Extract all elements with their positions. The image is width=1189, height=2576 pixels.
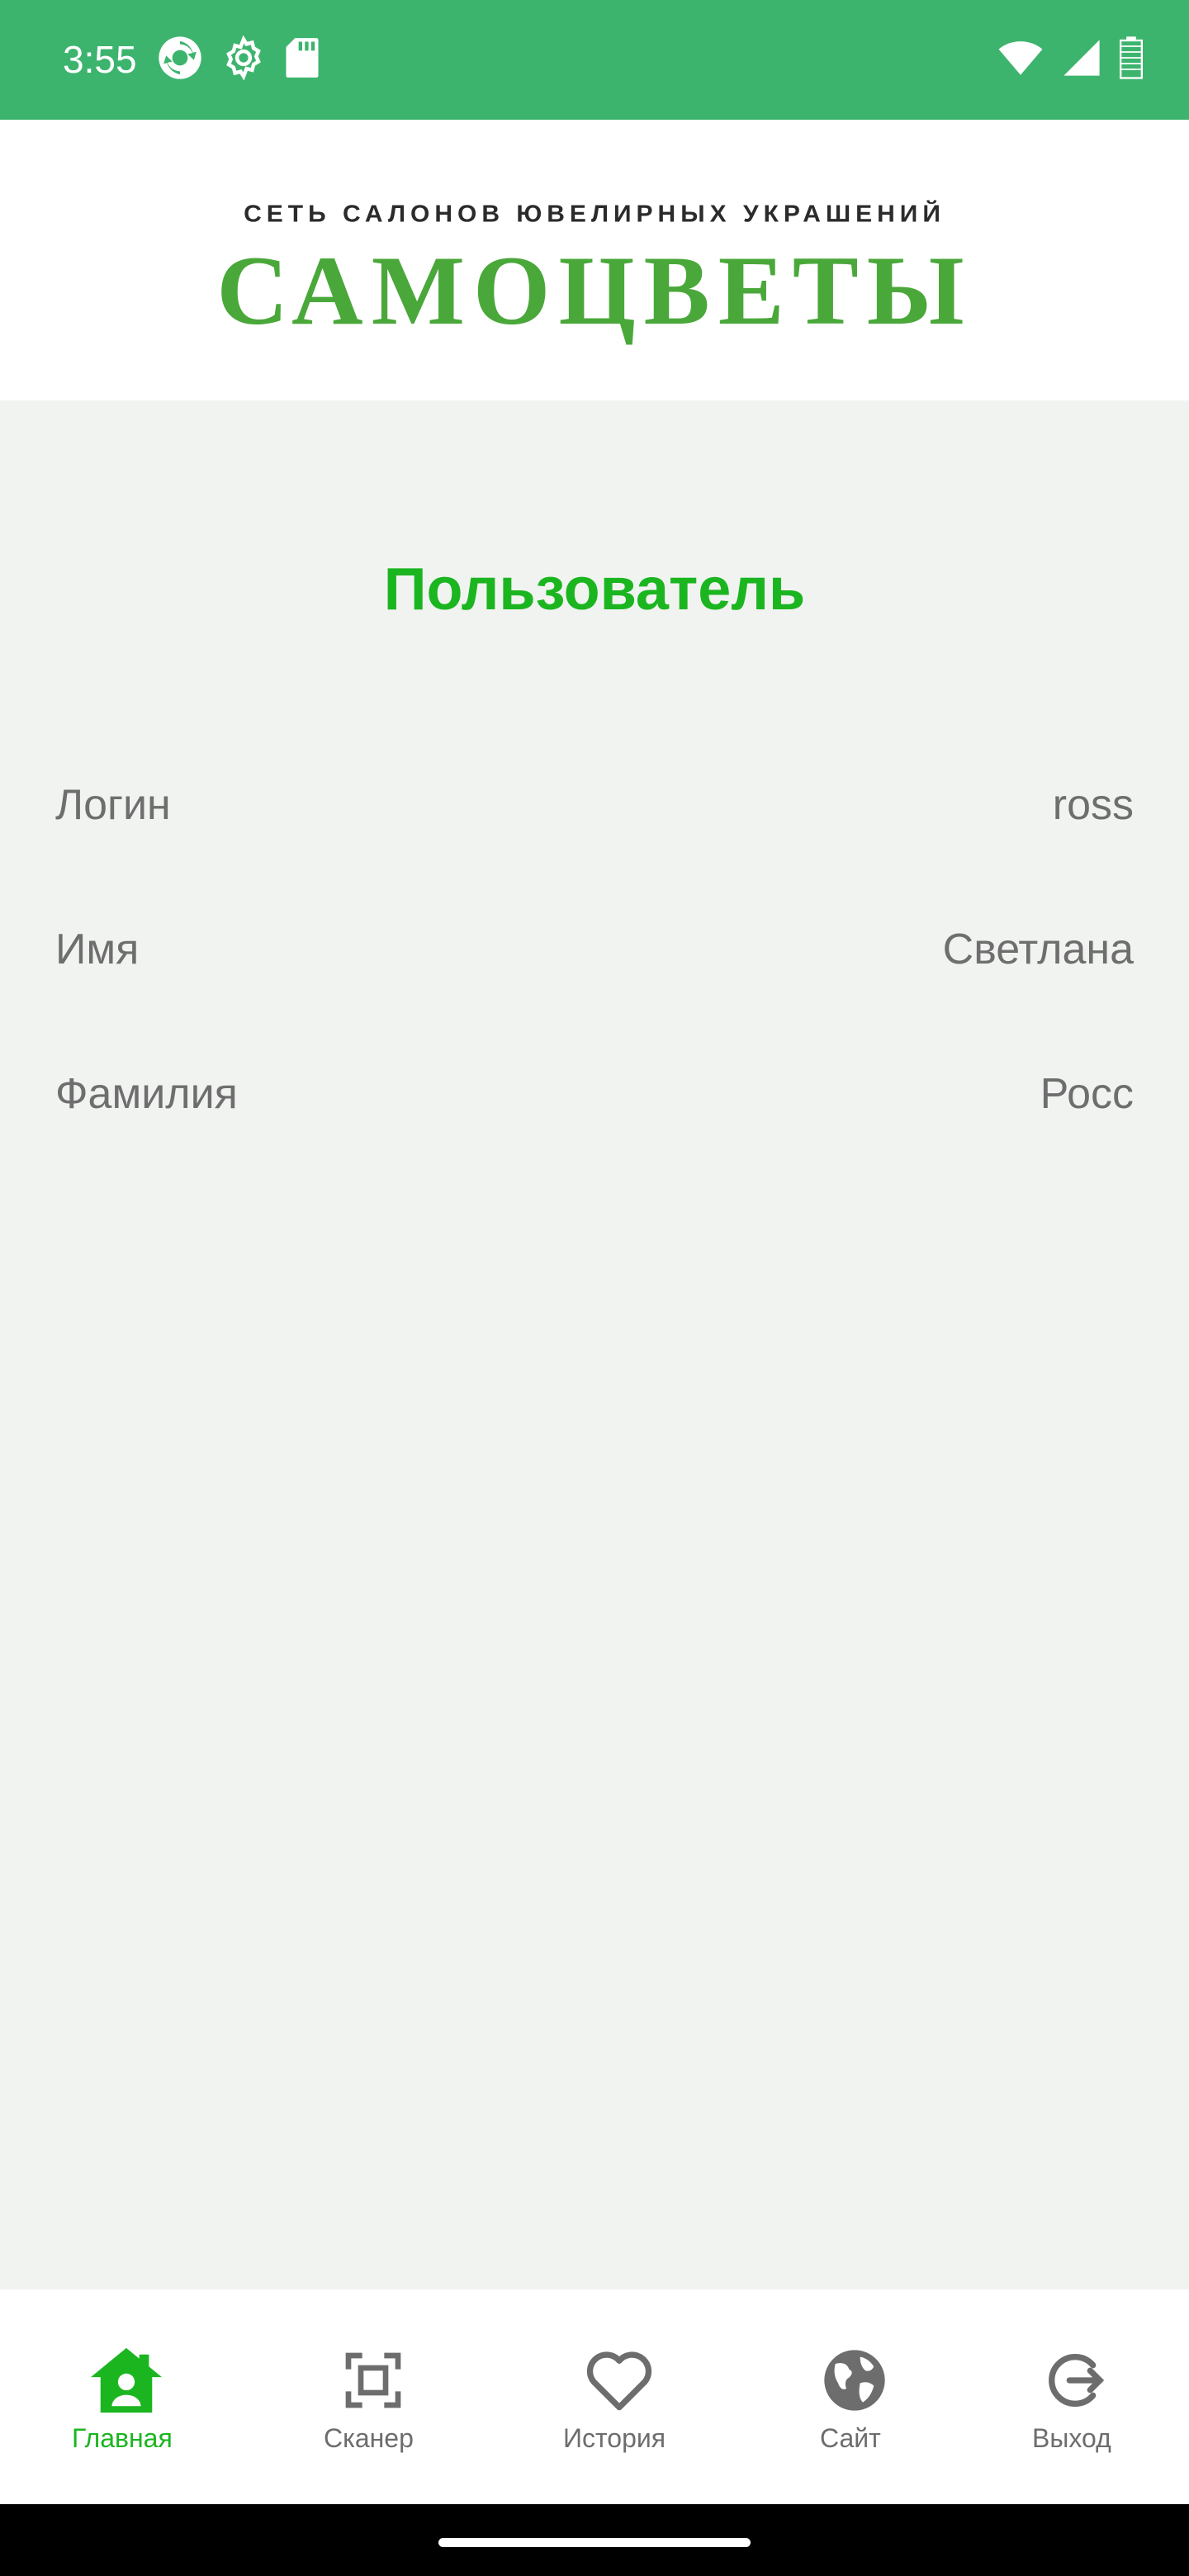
battery-icon (1120, 36, 1143, 83)
bottom-navigation: Главная Сканер История Сайт Выход (0, 2290, 1189, 2504)
heart-icon (578, 2339, 661, 2422)
logo-title: САМОЦВЕТЫ (216, 235, 973, 345)
home-icon (85, 2339, 168, 2422)
nav-item-logout[interactable]: Выход (992, 2290, 1158, 2504)
cellular-signal-icon (1062, 38, 1101, 82)
nav-item-site[interactable]: Сайт (772, 2290, 937, 2504)
status-time: 3:55 (63, 38, 137, 81)
wifi-icon (997, 39, 1044, 81)
first-name-label: Имя (55, 926, 140, 973)
first-name-value: Светлана (942, 926, 1134, 973)
login-label: Логин (55, 781, 171, 829)
status-notification-icons (157, 34, 320, 85)
home-gesture-handle[interactable] (438, 2538, 751, 2547)
nav-item-scanner[interactable]: Сканер (291, 2290, 456, 2504)
system-navigation-bar (0, 2504, 1189, 2576)
logout-icon (1034, 2339, 1116, 2422)
status-bar: 3:55 (0, 0, 1189, 120)
scanner-icon (332, 2339, 414, 2422)
nav-item-history[interactable]: История (537, 2290, 702, 2504)
info-row-first-name: Имя Светлана (55, 916, 1134, 983)
globe-icon (813, 2339, 896, 2422)
nav-label-logout: Выход (1032, 2423, 1111, 2453)
sd-card-icon (284, 36, 320, 83)
logo-subtitle: СЕТЬ САЛОНОВ ЮВЕЛИРНЫХ УКРАШЕНИЙ (244, 201, 945, 228)
settings-gear-icon (221, 34, 266, 84)
page-title: Пользователь (383, 556, 806, 623)
nav-label-home: Главная (72, 2423, 173, 2453)
sync-icon (157, 35, 203, 85)
info-row-login: Логин ross (55, 772, 1134, 838)
nav-item-home[interactable]: Главная (44, 2290, 209, 2504)
nav-label-history: История (563, 2423, 666, 2453)
last-name-value: Росс (1040, 1070, 1134, 1118)
last-name-label: Фамилия (55, 1070, 238, 1118)
nav-label-site: Сайт (820, 2423, 881, 2453)
app-header: СЕТЬ САЛОНОВ ЮВЕЛИРНЫХ УКРАШЕНИЙ САМОЦВЕ… (0, 120, 1189, 400)
info-row-last-name: Фамилия Росс (55, 1061, 1134, 1127)
login-value: ross (1052, 781, 1134, 829)
status-system-icons (997, 36, 1143, 83)
nav-label-scanner: Сканер (324, 2423, 414, 2453)
